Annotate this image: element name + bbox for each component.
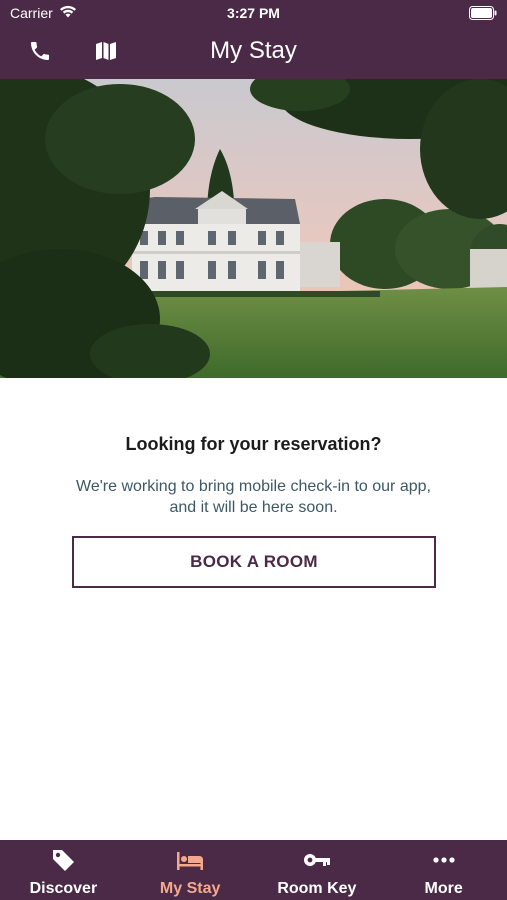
- tab-label: Discover: [29, 880, 98, 897]
- tab-label: My Stay: [159, 880, 221, 897]
- more-icon: [380, 847, 507, 873]
- battery-icon: [469, 6, 497, 23]
- hotel-hero-image: [0, 79, 507, 378]
- reservation-subtext: We're working to bring mobile check-in t…: [76, 478, 431, 516]
- tab-my-stay[interactable]: My Stay: [127, 840, 254, 900]
- status-bar: Carrier 3:27 PM: [0, 0, 507, 28]
- page-title: My Stay: [210, 37, 297, 64]
- tab-more[interactable]: More: [380, 840, 507, 900]
- tag-icon: [0, 847, 127, 873]
- tab-label: Room Key: [277, 880, 357, 897]
- reservation-heading: Looking for your reservation?: [125, 434, 382, 454]
- tab-room-key[interactable]: Room Key: [254, 840, 381, 900]
- nav-bar: My Stay: [0, 28, 507, 79]
- tab-discover[interactable]: Discover: [0, 840, 127, 900]
- status-time: 3:27 PM: [227, 5, 280, 21]
- book-room-button[interactable]: BOOK A ROOM: [72, 536, 436, 588]
- tab-bar: Discover My Stay Room Key More: [0, 840, 507, 900]
- tab-label: More: [424, 880, 463, 897]
- key-icon: [254, 847, 381, 873]
- bed-icon: [127, 847, 254, 873]
